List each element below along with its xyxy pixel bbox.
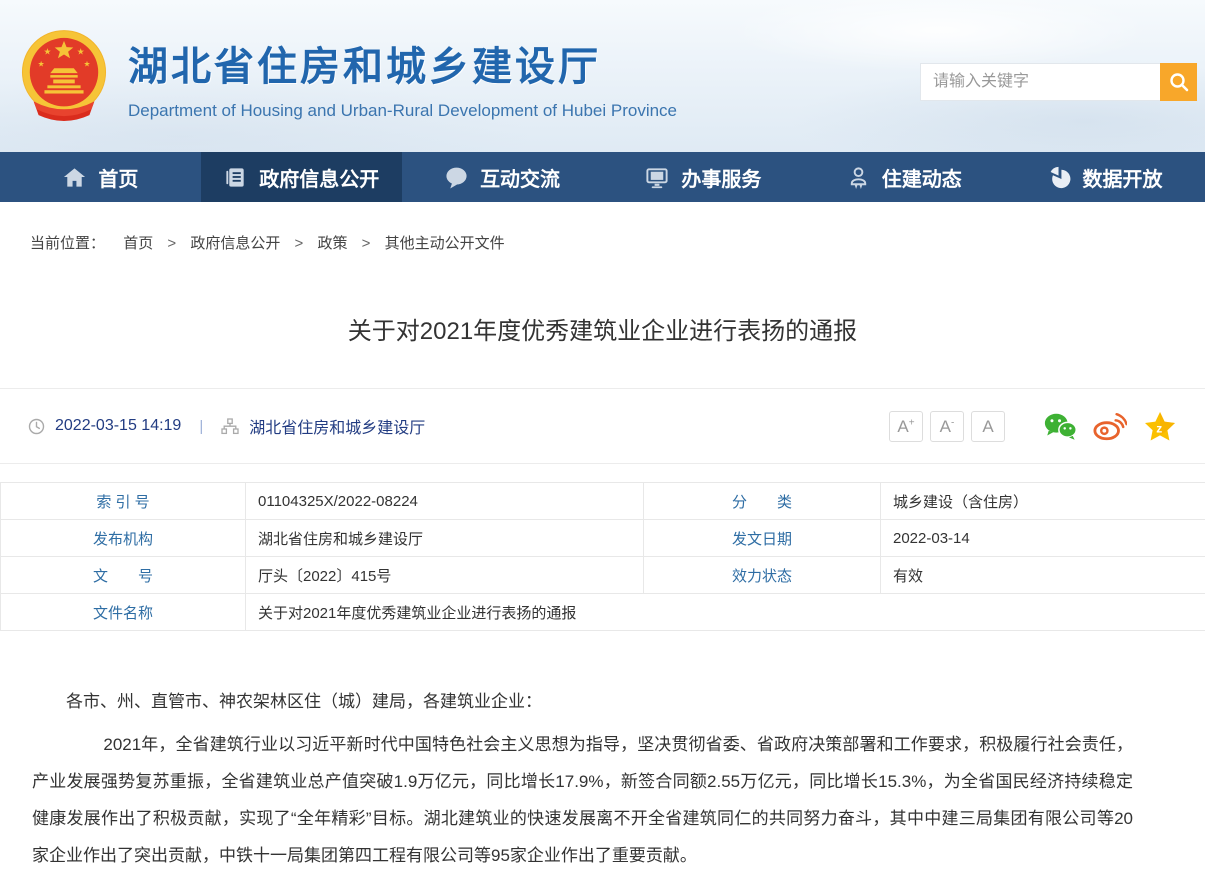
font-size-reset-button[interactable]: A	[971, 411, 1005, 442]
wechat-icon	[1043, 411, 1077, 441]
breadcrumb-separator: >	[167, 235, 176, 252]
breadcrumb-separator: >	[362, 235, 371, 252]
file-name-value: 关于对2021年度优秀建筑业企业进行表扬的通报	[246, 594, 1205, 631]
table-row: 文件名称 关于对2021年度优秀建筑业企业进行表扬的通报	[1, 594, 1205, 631]
breadcrumb-separator: >	[295, 235, 304, 252]
svg-text:★: ★	[84, 59, 91, 68]
document-icon	[223, 165, 248, 190]
site-title: 湖北省住房和城乡建设厅	[128, 34, 677, 92]
table-row: 索 引 号 01104325X/2022-08224 分 类 城乡建设（含住房）	[1, 483, 1205, 520]
source-name: 湖北省住房和城乡建设厅	[249, 414, 425, 438]
site-header: ★ ★ ★ ★ 湖北省住房和城乡建设厅 Department of Housin…	[0, 0, 1205, 152]
nav-label: 互动交流	[480, 163, 560, 192]
weibo-icon	[1093, 411, 1127, 441]
validity-label: 效力状态	[644, 557, 881, 594]
publisher-label: 发布机构	[1, 520, 246, 557]
badge-icon	[846, 165, 871, 190]
svg-text:★: ★	[77, 47, 85, 57]
salutation: 各市、州、直管市、神农架林区住（城）建局，各建筑业企业：	[32, 683, 1133, 720]
nav-label: 首页	[98, 163, 138, 192]
nav-label: 数据开放	[1083, 163, 1163, 192]
share-wechat-button[interactable]	[1043, 410, 1077, 442]
publisher-value: 湖北省住房和城乡建设厅	[246, 520, 644, 557]
file-name-label: 文件名称	[1, 594, 246, 631]
chat-icon	[444, 165, 469, 190]
index-number-label: 索 引 号	[1, 483, 246, 520]
search-button[interactable]	[1160, 63, 1197, 101]
table-row: 文 号 厅头〔2022〕415号 效力状态 有效	[1, 557, 1205, 594]
qzone-star-icon: z	[1144, 411, 1176, 441]
font-size-decrease-button[interactable]: A-	[930, 411, 964, 442]
svg-text:★: ★	[43, 47, 51, 57]
nav-item-news[interactable]: 住建动态	[803, 152, 1004, 202]
nav-item-interaction[interactable]: 互动交流	[402, 152, 603, 202]
category-label: 分 类	[644, 483, 881, 520]
nav-item-home[interactable]: 首页	[0, 152, 201, 202]
breadcrumb-link-other-docs[interactable]: 其他主动公开文件	[385, 235, 505, 252]
clock-icon	[28, 418, 45, 435]
breadcrumb-link-gov-info[interactable]: 政府信息公开	[190, 235, 280, 252]
main-nav: 首页 政府信息公开 互动交流 办事服务	[0, 152, 1205, 202]
breadcrumb: 当前位置： 首页 > 政府信息公开 > 政策 > 其他主动公开文件	[0, 202, 1205, 253]
nav-item-services[interactable]: 办事服务	[602, 152, 803, 202]
monitor-icon	[644, 165, 670, 190]
publish-date-label: 发文日期	[644, 520, 881, 557]
svg-text:z: z	[1156, 422, 1162, 436]
doc-number-value: 厅头〔2022〕415号	[246, 557, 644, 594]
site-search	[920, 63, 1197, 101]
search-icon	[1168, 71, 1190, 93]
site-subtitle: Department of Housing and Urban-Rural De…	[128, 101, 677, 121]
nav-item-gov-info[interactable]: 政府信息公开	[201, 152, 402, 202]
sitemap-icon	[221, 418, 239, 435]
body-paragraph: 2021年，全省建筑行业以习近平新时代中国特色社会主义思想为指导，坚决贯彻省委、…	[32, 726, 1133, 874]
meta-separator: |	[199, 418, 203, 435]
home-icon	[62, 165, 87, 190]
nav-item-open-data[interactable]: 数据开放	[1004, 152, 1205, 202]
article-meta-bar: 2022-03-15 14:19 | 湖北省住房和城乡建设厅 A+ A- A	[0, 388, 1205, 464]
page-title: 关于对2021年度优秀建筑业企业进行表扬的通报	[0, 311, 1205, 346]
index-number-value: 01104325X/2022-08224	[246, 483, 644, 520]
document-info-table: 索 引 号 01104325X/2022-08224 分 类 城乡建设（含住房）…	[0, 482, 1205, 631]
svg-text:★: ★	[38, 59, 45, 68]
share-weibo-button[interactable]	[1093, 410, 1127, 442]
validity-value: 有效	[881, 557, 1205, 594]
doc-number-label: 文 号	[1, 557, 246, 594]
national-emblem-logo: ★ ★ ★ ★	[20, 26, 108, 130]
pie-chart-icon	[1047, 165, 1072, 190]
breadcrumb-label: 当前位置：	[30, 235, 105, 252]
search-input[interactable]	[920, 63, 1160, 101]
nav-label: 政府信息公开	[259, 163, 379, 192]
nav-label: 办事服务	[681, 163, 761, 192]
publish-date-value: 2022-03-14	[881, 520, 1205, 557]
document-body: 各市、州、直管市、神农架林区住（城）建局，各建筑业企业： 2021年，全省建筑行…	[0, 631, 1205, 874]
publish-time: 2022-03-15 14:19	[55, 417, 181, 435]
category-value: 城乡建设（含住房）	[881, 483, 1205, 520]
breadcrumb-link-home[interactable]: 首页	[123, 235, 153, 252]
breadcrumb-link-policy[interactable]: 政策	[317, 235, 347, 252]
font-size-increase-button[interactable]: A+	[889, 411, 923, 442]
table-row: 发布机构 湖北省住房和城乡建设厅 发文日期 2022-03-14	[1, 520, 1205, 557]
share-qzone-button[interactable]: z	[1143, 410, 1177, 442]
nav-label: 住建动态	[882, 163, 962, 192]
